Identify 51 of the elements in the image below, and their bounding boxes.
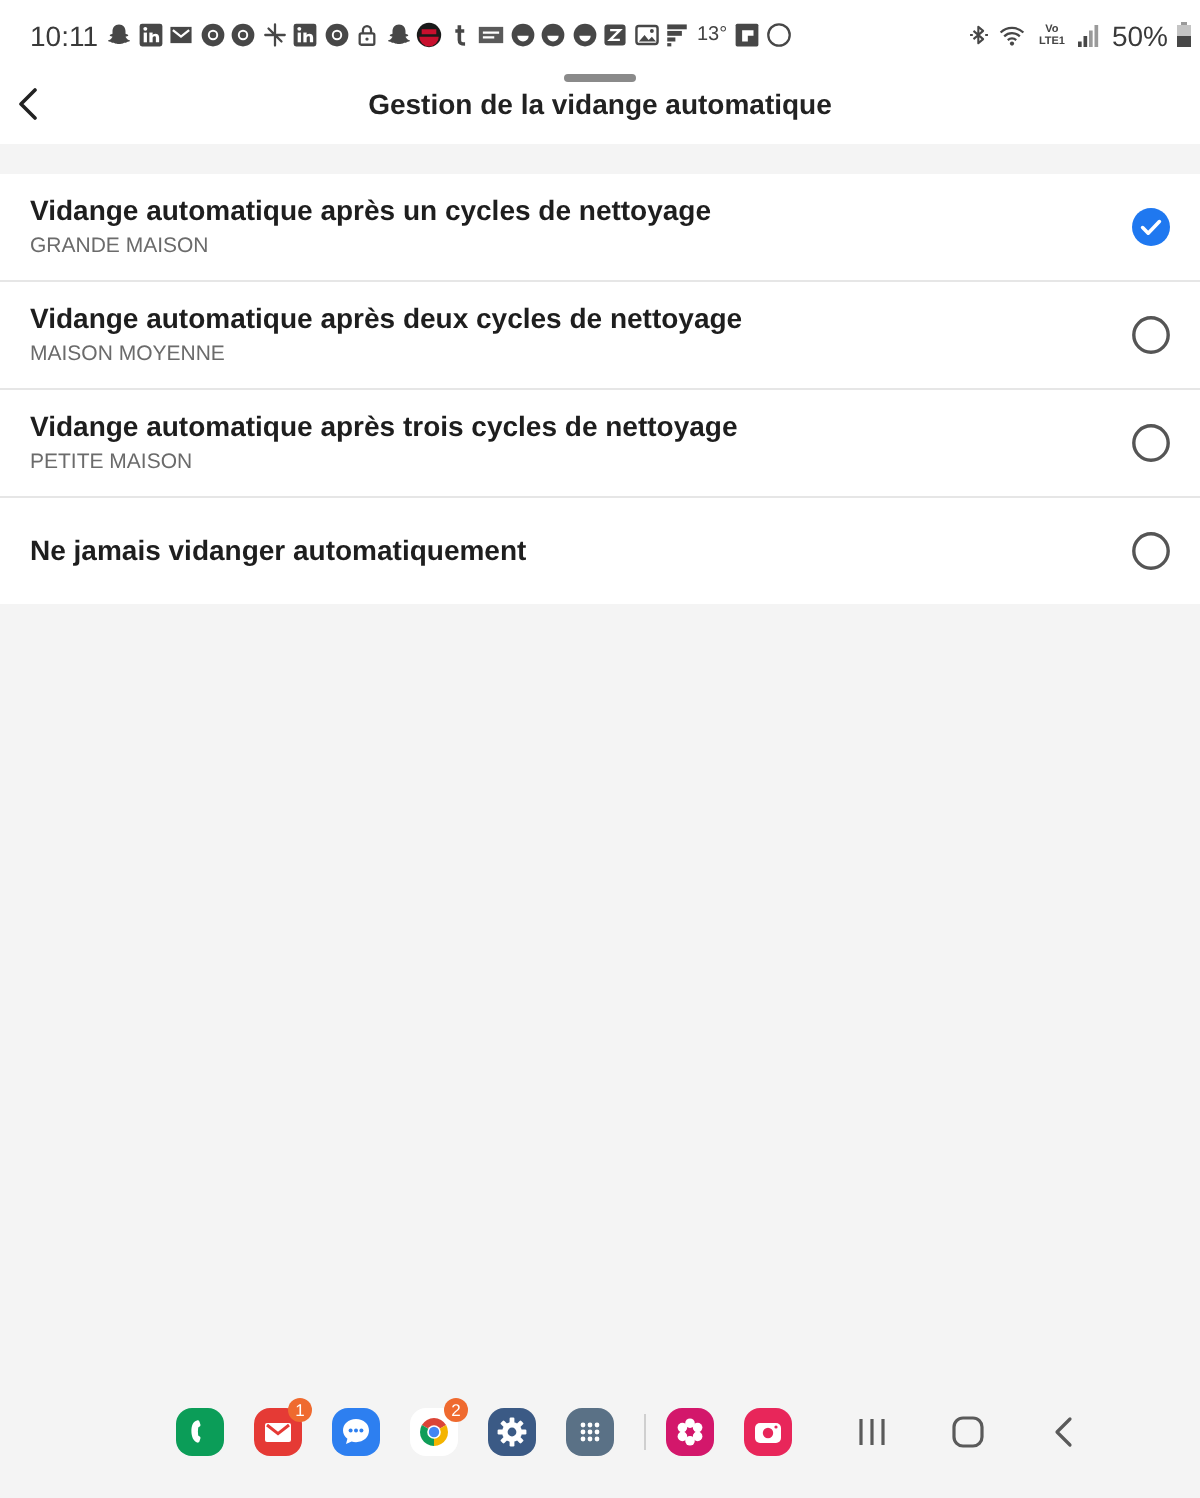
mail-icon[interactable] (254, 1408, 302, 1456)
radio-button[interactable] (1132, 424, 1170, 462)
back-icon[interactable] (18, 88, 38, 120)
circle-logo-icon (230, 22, 256, 48)
bars-icon (664, 22, 690, 48)
rectangle-logo-icon (478, 22, 504, 48)
temperature-text: 13° (697, 23, 728, 47)
option-subtitle: GRANDE MAISON (30, 234, 209, 260)
notification-badge: 2 (444, 1398, 468, 1422)
clock-time: 10:11 (30, 19, 98, 51)
radio-button[interactable] (1132, 316, 1170, 354)
drag-handle[interactable] (564, 74, 636, 82)
bluetooth-icon (967, 22, 990, 48)
phone-icon[interactable] (176, 1408, 224, 1456)
option-subtitle: MAISON MOYENNE (30, 342, 225, 368)
radio-button[interactable] (1132, 532, 1170, 570)
circle-logo-icon (323, 22, 349, 48)
browser-icon[interactable] (410, 1408, 458, 1456)
round-logo-icon (416, 22, 442, 48)
option-title: Vidange automatique après un cycles de nettoyage (30, 194, 712, 228)
sparkle-icon (261, 22, 287, 48)
wifi-icon (997, 22, 1026, 48)
page-title: Gestion de la vidange automatique (366, 87, 834, 121)
square-logo-icon (137, 22, 163, 48)
lock-icon (354, 22, 380, 48)
square-logo-icon (292, 22, 318, 48)
battery-icon (1176, 22, 1192, 48)
option-title: Vidange automatique après trois cycles de nettoyage (30, 410, 738, 444)
chat-bubble-icon[interactable] (332, 1408, 380, 1456)
settings-icon[interactable] (488, 1408, 536, 1456)
option-title: Vidange automatique après deux cycles de nettoyage (30, 302, 743, 336)
battery-percentage: 50% (1111, 19, 1168, 51)
option-title: Ne jamais vidanger automatiquement (30, 534, 527, 568)
square-logo-icon (734, 22, 761, 48)
z-logo-icon (602, 22, 628, 48)
smiley-icon (571, 22, 597, 48)
ghost-icon (106, 22, 132, 48)
app-grid-icon[interactable] (566, 1408, 614, 1456)
mail-icon (168, 22, 194, 48)
camera-icon[interactable] (744, 1408, 792, 1456)
flower-icon[interactable] (666, 1408, 714, 1456)
smiley-icon (509, 22, 535, 48)
image-icon (633, 22, 659, 48)
option-subtitle: PETITE MAISON (30, 450, 193, 476)
notification-badge: 1 (288, 1398, 312, 1422)
circle-icon (765, 22, 792, 48)
smiley-icon (540, 22, 566, 48)
radio-button[interactable] (1132, 208, 1170, 246)
signal-icon (1077, 23, 1100, 47)
ghost-icon (385, 22, 411, 48)
circle-logo-icon (199, 22, 225, 48)
